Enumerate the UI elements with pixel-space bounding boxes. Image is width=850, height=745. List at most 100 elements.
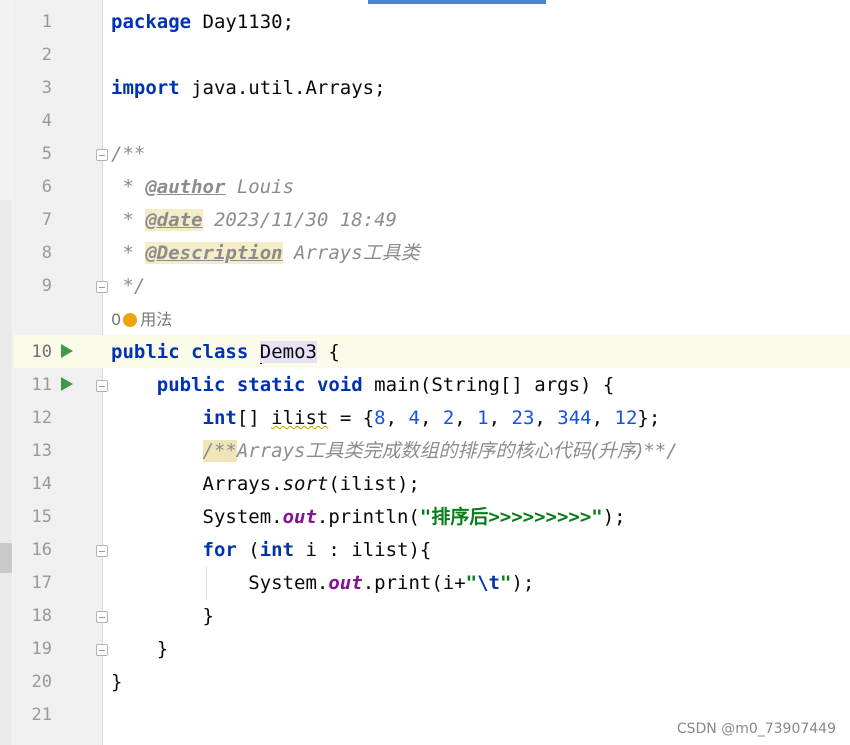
line-number: 4 [41,111,52,131]
variable-ilist: ilist [271,407,329,429]
class-name: Demo3 [259,341,317,363]
code-line-16[interactable]: for (int i : ilist){ [111,534,432,567]
gutter-divider [102,0,103,745]
line-number: 6 [41,177,52,197]
keyword: import [111,77,180,99]
line-number: 7 [41,210,52,230]
number-literal: 344 [557,407,592,429]
code-text: } [202,605,214,627]
code-text: [] [236,407,272,429]
code-line-19[interactable]: } [111,633,168,666]
code-line-17[interactable]: System.out.print(i+"\t"); [111,567,534,600]
fold-toggle-icon[interactable] [96,149,108,161]
run-class-icon[interactable] [61,344,73,358]
code-line-13[interactable]: /**Arrays工具类完成数组的排序的核心代码(升序)**/ [111,435,678,468]
code-line-15[interactable]: System.out.println("排序后>>>>>>>>>"); [111,501,626,534]
usages-inlay-hint[interactable]: 0 用法 [111,306,172,334]
escape-sequence: \t [477,572,500,594]
line-number: 20 [31,672,52,692]
keyword: public [111,341,180,363]
code-text: System. [202,506,283,528]
line-number: 18 [31,606,52,626]
usage-count: 0 [111,310,122,329]
keyword: int [259,539,295,561]
keyword: static [236,374,306,396]
keyword: void [316,374,363,396]
code-text: = { [328,407,375,429]
line-number: 15 [31,507,52,527]
fold-toggle-icon[interactable] [96,545,108,557]
code-line-10[interactable]: public class Demo3 { [111,336,340,369]
string-literal: >>>>>>>>>" [488,506,603,528]
code-line-3[interactable]: import java.util.Arrays; [111,72,386,105]
keyword: int [202,407,237,429]
usage-label: 用法 [140,310,173,329]
line-number: 12 [31,408,52,428]
line-number: 17 [31,573,52,593]
line-number: 13 [31,441,52,461]
keyword: class [191,341,249,363]
line-number: 8 [41,243,52,263]
static-field: out [282,506,317,528]
code-text: java.util.Arrays; [179,77,386,99]
code-text: ); [602,506,626,528]
run-main-icon[interactable] [61,377,73,391]
doc-text-cjk: 工具类 [362,242,420,264]
doc-text: Louis [225,176,295,198]
doc-text: Arrays [236,440,306,462]
code-line-6[interactable]: * @author Louis [111,171,294,204]
code-text: } [156,638,169,660]
code-text: { [316,341,340,363]
string-literal: " [465,572,478,594]
code-line-12[interactable]: int[] ilist = {8, 4, 2, 1, 23, 344, 12}; [111,402,661,435]
code-line-1[interactable]: package Day1130; [111,6,294,39]
fold-toggle-icon[interactable] [96,281,108,293]
scrollbar-track[interactable] [0,200,12,745]
doc-comment-close: */ [111,275,146,297]
static-field: out [328,572,363,594]
fold-toggle-icon[interactable] [96,611,108,623]
code-text: } [111,671,123,693]
fold-toggle-icon[interactable] [96,380,108,392]
tool-window-strip [0,0,14,745]
doc-star: * [111,242,146,264]
code-text: ( [236,539,260,561]
code-line-20[interactable]: } [111,666,122,699]
code-text: }; [637,407,661,429]
code-line-7[interactable]: * @date 2023/11/30 18:49 [111,204,397,237]
doc-star: * [111,176,146,198]
doc-star: * [111,209,146,231]
code-text: main(String[] args) { [362,374,615,396]
code-line-8[interactable]: * @Description Arrays工具类 [111,237,420,270]
fold-toggle-icon[interactable] [96,644,108,656]
code-text: i : ilist){ [294,539,432,561]
code-text: Arrays. [202,473,283,495]
keyword: for [202,539,237,561]
number-literal: 8 [374,407,386,429]
lightbulb-icon[interactable] [123,312,138,327]
string-literal: " [499,572,512,594]
code-line-5[interactable]: /** [111,138,145,171]
keyword: public [156,374,226,396]
doc-text-cjk: 工具类完成数组的排序的核心代码(升序) [305,440,644,462]
code-text: System. [248,572,329,594]
keyword: package [111,11,192,33]
scrollbar-thumb[interactable] [0,543,12,573]
code-line-9[interactable]: */ [111,270,145,303]
code-line-18[interactable]: } [111,600,214,633]
doc-tag-description: @Description [145,242,283,264]
line-number-current: 10 [31,342,52,362]
code-line-14[interactable]: Arrays.sort(ilist); [111,468,420,501]
active-tab-indicator [368,0,546,4]
number-literal: 1 [477,407,489,429]
static-method: sort [282,473,329,495]
code-line-11[interactable]: public static void main(String[] args) { [111,369,615,402]
